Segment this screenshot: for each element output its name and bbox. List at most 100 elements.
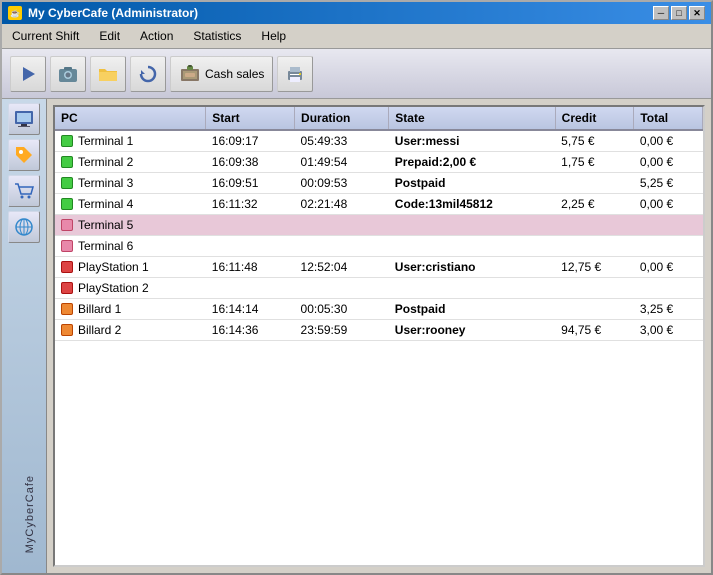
main-table: PC Start Duration State Credit Total Ter… [55,107,703,341]
table-container[interactable]: PC Start Duration State Credit Total Ter… [55,107,703,565]
camera-button[interactable] [50,56,86,92]
cell-credit: 12,75 € [555,257,634,278]
folder-button[interactable] [90,56,126,92]
cell-start: 16:11:48 [206,257,295,278]
cell-credit [555,299,634,320]
cell-start: 16:09:17 [206,130,295,152]
cell-start: 16:11:32 [206,194,295,215]
cell-total [634,278,703,299]
col-total: Total [634,107,703,130]
cell-duration: 01:49:54 [295,152,389,173]
cell-credit [555,173,634,194]
cell-credit [555,236,634,257]
menu-edit[interactable]: Edit [89,26,130,46]
sidebar-web-button[interactable] [8,211,40,243]
cell-start: 16:09:51 [206,173,295,194]
refresh-button[interactable] [130,56,166,92]
cell-credit: 94,75 € [555,320,634,341]
table-row[interactable]: Terminal 6 [55,236,703,257]
title-bar: ☕ My CyberCafe (Administrator) ─ □ ✕ [2,2,711,24]
cell-state: User:rooney [389,320,555,341]
close-button[interactable]: ✕ [689,6,705,20]
cell-duration: 00:09:53 [295,173,389,194]
sidebar-label: MyCyberCafe [24,475,36,553]
left-sidebar: MyCyberCafe [2,99,47,573]
cell-state: Postpaid [389,173,555,194]
table-header-row: PC Start Duration State Credit Total [55,107,703,130]
cell-total: 0,00 € [634,257,703,278]
cell-total [634,236,703,257]
cell-pc: Terminal 4 [55,194,206,215]
table-row[interactable]: Billard 216:14:3623:59:59User:rooney94,7… [55,320,703,341]
cell-state: Prepaid:2,00 € [389,152,555,173]
table-body: Terminal 116:09:1705:49:33User:messi5,75… [55,130,703,341]
cell-state: Postpaid [389,299,555,320]
col-state: State [389,107,555,130]
cell-state [389,278,555,299]
cell-total: 3,00 € [634,320,703,341]
sidebar-cart-button[interactable] [8,175,40,207]
cell-state: User:cristiano [389,257,555,278]
cell-pc: Billard 2 [55,320,206,341]
maximize-button[interactable]: □ [671,6,687,20]
cell-duration [295,215,389,236]
table-row[interactable]: PlayStation 2 [55,278,703,299]
cell-state [389,215,555,236]
menu-help[interactable]: Help [251,26,296,46]
cell-duration [295,278,389,299]
cell-credit: 2,25 € [555,194,634,215]
table-row[interactable]: Terminal 5 [55,215,703,236]
menu-statistics[interactable]: Statistics [183,26,251,46]
table-row[interactable]: Billard 116:14:1400:05:30Postpaid3,25 € [55,299,703,320]
main-window: ☕ My CyberCafe (Administrator) ─ □ ✕ Cur… [0,0,713,575]
cell-duration: 05:49:33 [295,130,389,152]
cell-pc: Terminal 3 [55,173,206,194]
cell-pc: Terminal 6 [55,236,206,257]
cell-total: 3,25 € [634,299,703,320]
menu-current-shift[interactable]: Current Shift [2,26,89,46]
cash-sales-label: Cash sales [205,67,264,81]
table-row[interactable]: Terminal 216:09:3801:49:54Prepaid:2,00 €… [55,152,703,173]
play-button[interactable] [10,56,46,92]
cell-state: User:messi [389,130,555,152]
cell-pc: Billard 1 [55,299,206,320]
cell-start [206,236,295,257]
cell-duration: 23:59:59 [295,320,389,341]
minimize-button[interactable]: ─ [653,6,669,20]
col-duration: Duration [295,107,389,130]
window-title: My CyberCafe (Administrator) [28,6,198,20]
cell-pc: Terminal 2 [55,152,206,173]
title-bar-controls: ─ □ ✕ [653,6,705,20]
main-area: MyCyberCafe PC Start Duration State Cred… [2,99,711,573]
cell-start: 16:14:36 [206,320,295,341]
cell-state: Code:13mil45812 [389,194,555,215]
menu-action[interactable]: Action [130,26,183,46]
table-row[interactable]: Terminal 116:09:1705:49:33User:messi5,75… [55,130,703,152]
cell-total: 0,00 € [634,194,703,215]
col-credit: Credit [555,107,634,130]
menu-bar: Current Shift Edit Action Statistics Hel… [2,24,711,49]
content-area: PC Start Duration State Credit Total Ter… [53,105,705,567]
col-start: Start [206,107,295,130]
cell-total: 5,25 € [634,173,703,194]
table-row[interactable]: Terminal 416:11:3202:21:48Code:13mil4581… [55,194,703,215]
cell-start: 16:09:38 [206,152,295,173]
cell-start: 16:14:14 [206,299,295,320]
cell-duration [295,236,389,257]
cell-credit [555,215,634,236]
print-button[interactable] [277,56,313,92]
cell-total: 0,00 € [634,130,703,152]
cash-sales-button[interactable]: Cash sales [170,56,273,92]
table-row[interactable]: Terminal 316:09:5100:09:53Postpaid 5,25 € [55,173,703,194]
col-pc: PC [55,107,206,130]
cell-pc: PlayStation 1 [55,257,206,278]
sidebar-computers-button[interactable] [8,103,40,135]
cell-start [206,278,295,299]
cell-total: 0,00 € [634,152,703,173]
table-row[interactable]: PlayStation 116:11:4812:52:04User:cristi… [55,257,703,278]
cell-pc: Terminal 5 [55,215,206,236]
cell-pc: PlayStation 2 [55,278,206,299]
cell-start [206,215,295,236]
sidebar-tags-button[interactable] [8,139,40,171]
cell-duration: 02:21:48 [295,194,389,215]
